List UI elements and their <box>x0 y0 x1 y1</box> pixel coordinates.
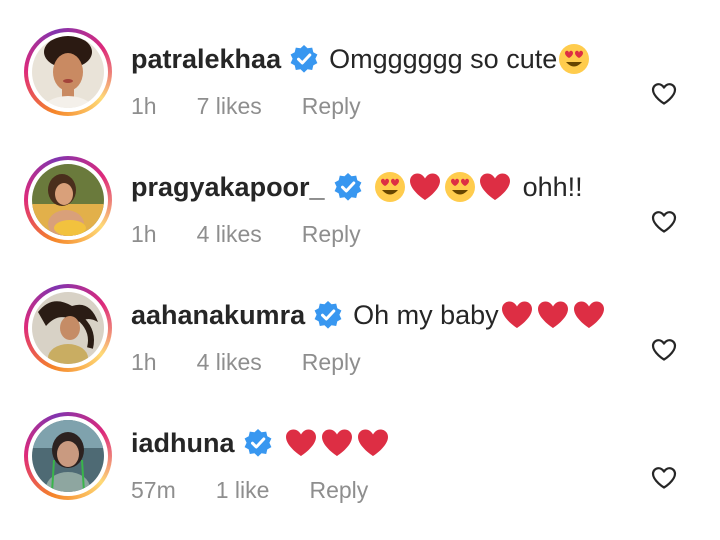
comment-text: Oh my baby <box>353 300 499 330</box>
comment-username[interactable]: aahanakumra <box>131 298 305 332</box>
comment-username[interactable]: pragyakapoor_ <box>131 170 325 204</box>
smiling-heart-eyes-emoji <box>444 171 476 203</box>
red-heart-emoji <box>408 171 442 203</box>
avatar[interactable] <box>32 420 104 492</box>
comment-likes[interactable]: 4 likes <box>197 219 262 249</box>
like-heart-icon[interactable] <box>651 338 677 367</box>
comment-time: 57m <box>131 477 176 503</box>
comment-list: patralekhaa Omgggggg so cute 1h 7 likes … <box>0 0 720 517</box>
comment-likes[interactable]: 4 likes <box>197 347 262 377</box>
comment-time: 1h <box>131 221 157 247</box>
avatar-story-ring[interactable] <box>24 156 112 244</box>
verified-badge-icon <box>333 172 363 202</box>
comment-item: patralekhaa Omgggggg so cute 1h 7 likes … <box>0 28 720 156</box>
like-heart-icon[interactable] <box>651 466 677 495</box>
comment-time: 1h <box>131 349 157 375</box>
verified-badge-icon <box>313 300 343 330</box>
verified-badge-icon <box>243 428 273 458</box>
comment-likes[interactable]: 7 likes <box>197 91 262 121</box>
comment-username[interactable]: patralekhaa <box>131 42 281 76</box>
comment-likes[interactable]: 1 like <box>216 475 270 505</box>
verified-badge-icon <box>289 44 319 74</box>
red-heart-emoji <box>536 299 570 331</box>
red-heart-emoji <box>500 299 534 331</box>
comment-username[interactable]: iadhuna <box>131 426 235 460</box>
reply-button[interactable]: Reply <box>302 91 361 121</box>
avatar-story-ring[interactable] <box>24 28 112 116</box>
avatar[interactable] <box>32 36 104 108</box>
red-heart-emoji <box>320 427 354 459</box>
comment-item: pragyakapoor_ ohh!! 1h 4 likes Reply <box>0 156 720 284</box>
like-heart-icon[interactable] <box>651 82 677 111</box>
red-heart-emoji <box>478 171 512 203</box>
avatar[interactable] <box>32 164 104 236</box>
comment-text: ohh!! <box>522 172 583 202</box>
avatar-story-ring[interactable] <box>24 284 112 372</box>
like-heart-icon[interactable] <box>651 210 677 239</box>
smiling-heart-eyes-emoji <box>374 171 406 203</box>
reply-button[interactable]: Reply <box>309 475 368 505</box>
comment-text: Omgggggg so cute <box>329 44 558 74</box>
red-heart-emoji <box>572 299 606 331</box>
smiling-heart-eyes-emoji <box>558 43 590 75</box>
comment-item: aahanakumra Oh my baby 1h 4 likes Reply <box>0 284 720 412</box>
red-heart-emoji <box>284 427 318 459</box>
comment-item: iadhuna 57m 1 like Reply <box>0 412 720 540</box>
avatar[interactable] <box>32 292 104 364</box>
reply-button[interactable]: Reply <box>302 219 361 249</box>
comment-time: 1h <box>131 93 157 119</box>
reply-button[interactable]: Reply <box>302 347 361 377</box>
avatar-story-ring[interactable] <box>24 412 112 500</box>
red-heart-emoji <box>356 427 390 459</box>
